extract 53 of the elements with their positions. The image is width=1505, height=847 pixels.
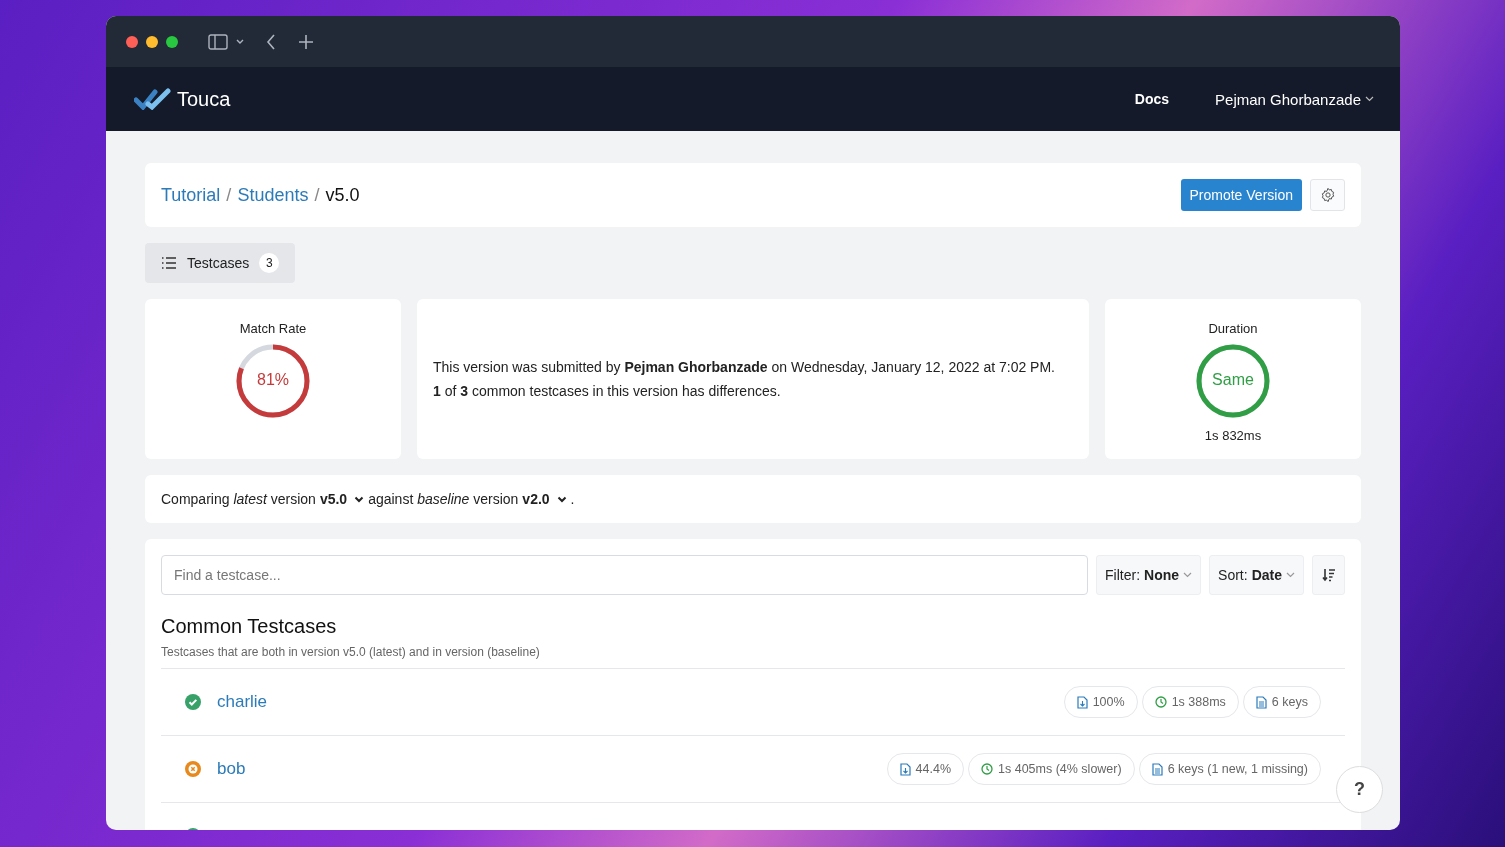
breadcrumb-link[interactable]: Tutorial	[161, 184, 221, 206]
docs-link[interactable]: Docs	[1134, 91, 1170, 107]
filter-dropdown[interactable]: Filter: None	[1096, 555, 1202, 595]
brand-name[interactable]: Touca	[177, 87, 231, 111]
comparison-text: .	[570, 491, 575, 507]
testcases-tab[interactable]: Testcases 3	[145, 243, 296, 283]
close-icon[interactable]	[126, 35, 138, 48]
breadcrumb-current: v5.0	[325, 184, 360, 206]
document-icon	[1255, 695, 1267, 709]
minimize-icon[interactable]	[146, 35, 158, 48]
count-badge: 3	[259, 253, 280, 273]
zoom-icon[interactable]	[166, 35, 178, 48]
sidebar-icon[interactable]	[208, 33, 228, 50]
breadcrumb-separator: /	[314, 184, 320, 206]
latest-version-dropdown[interactable]: v5.0	[319, 491, 365, 507]
sort-dropdown[interactable]: Sort: Date	[1209, 555, 1304, 595]
chevron-down-icon	[556, 495, 567, 503]
back-icon[interactable]	[266, 33, 276, 50]
gear-icon	[1319, 187, 1336, 203]
file-icon	[1076, 695, 1088, 709]
chevron-down-icon	[1286, 572, 1295, 578]
chevron-down-icon	[1183, 572, 1193, 578]
section-subtitle: Testcases that are both in version v5.0 (latest) and in version (baseline)	[161, 645, 1345, 669]
summary-text: 1 of 3 common testcases in this version has differences.	[433, 383, 782, 399]
testcase-link[interactable]: charlie	[217, 692, 268, 712]
duration-reading: 1s 832ms	[1204, 428, 1262, 443]
comparison-text: Comparing latest version	[161, 491, 316, 507]
clock-icon	[1154, 696, 1167, 708]
breadcrumb-link[interactable]: Students	[237, 184, 309, 206]
new-tab-icon[interactable]	[298, 33, 314, 50]
section-title: Common Testcases	[161, 615, 338, 638]
stat-title: Match Rate	[239, 321, 307, 336]
sort-order-button[interactable]	[1312, 555, 1345, 595]
testcase-link[interactable]: bob	[217, 759, 246, 779]
sort-icon	[1321, 568, 1336, 582]
chevron-down-icon[interactable]	[236, 38, 244, 45]
settings-button[interactable]	[1310, 179, 1345, 211]
clock-icon	[981, 763, 993, 775]
document-icon	[1151, 762, 1163, 776]
list-icon	[161, 257, 177, 269]
stat-title: Duration	[1208, 321, 1258, 336]
ring-value: 81%	[256, 371, 290, 389]
baseline-version-dropdown[interactable]: v2.0	[522, 491, 567, 507]
logo-icon	[134, 88, 172, 110]
promote-version-button[interactable]: Promote Version	[1180, 179, 1302, 211]
search-field[interactable]: Find a testcase...	[161, 555, 1089, 595]
file-icon	[899, 762, 911, 776]
summary-text: This version was submitted by Pejman Ghorbanzade on Wednesday, January 12, 2022 at 7:02 PM.	[433, 359, 1056, 375]
chevron-down-icon	[354, 495, 365, 503]
chevron-down-icon	[1365, 96, 1374, 102]
breadcrumb-separator: /	[226, 184, 232, 206]
user-menu[interactable]: Pejman Ghorbanzade	[1215, 90, 1374, 108]
comparison-text: against baseline version	[368, 491, 519, 507]
